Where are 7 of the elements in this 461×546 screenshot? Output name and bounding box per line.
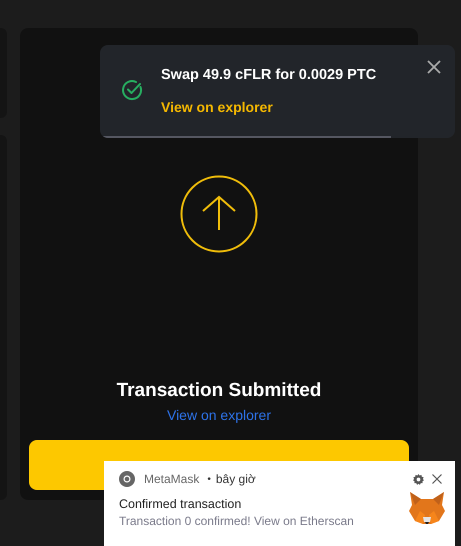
notification-title: Confirmed transaction (119, 497, 242, 511)
toast-title: Swap 49.9 cFLR for 0.0029 PTC (161, 67, 378, 83)
notification-time: bây giờ (216, 472, 256, 486)
separator-dot: • (207, 474, 211, 484)
modal-title: Transaction Submitted (116, 380, 322, 402)
notification-message: Transaction 0 confirmed! View on Etherscan (119, 514, 355, 528)
app-name: MetaMask (144, 472, 200, 486)
